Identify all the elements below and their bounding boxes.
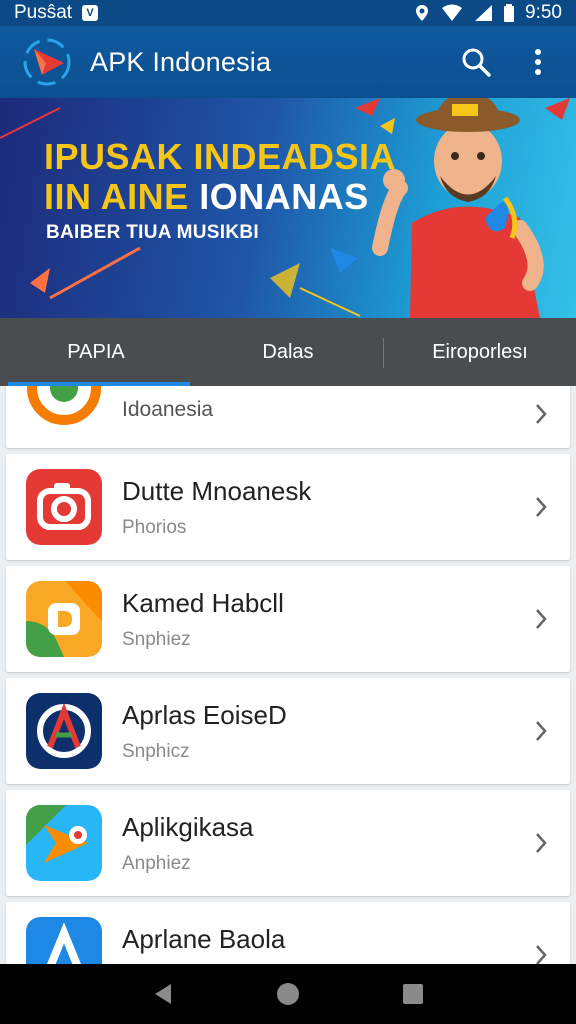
location-icon — [416, 5, 429, 21]
app-list: Idoanesia Dutte Mnoanesk Phorios Kamed H… — [0, 386, 576, 964]
recents-icon[interactable] — [401, 982, 425, 1006]
signal-icon — [475, 5, 493, 21]
app-name: Aplikgikasa — [122, 812, 254, 842]
tab-eiroporlesi[interactable]: Eiroporlesı — [384, 318, 576, 386]
app-texts: Kamed Habcll Snphiez — [122, 588, 284, 651]
app-name: Dutte Mnoanesk — [122, 476, 312, 506]
tab-label: PAPIA — [67, 340, 125, 363]
app-name: Aprlas EoiseD — [122, 700, 287, 730]
system-nav-bar — [0, 964, 576, 1024]
app-category: Idoanesia — [122, 398, 214, 421]
app-name: Aprlane Baola — [122, 924, 286, 954]
a-triangle-icon — [26, 693, 102, 769]
banner-subtitle: BAIBER TIUA MUSIKBI — [46, 222, 259, 243]
wifi-icon — [442, 4, 463, 21]
tab-divider — [383, 338, 384, 368]
screen: Pusŝat V 9:50 APK Indonesia IPUSAK INDEA… — [0, 0, 576, 1024]
app-texts: Aprlas EoiseD Snphicz — [122, 700, 287, 763]
app-texts: Idoanesia — [122, 398, 213, 422]
list-item[interactable]: Kamed Habcll Snphiez — [6, 566, 570, 672]
camera-icon — [26, 469, 102, 545]
app-bar: APK Indonesia — [0, 26, 576, 98]
back-icon[interactable] — [151, 982, 175, 1006]
search-icon — [462, 48, 491, 77]
status-right: 9:50 — [413, 2, 562, 24]
tab-bar: PAPIA Dalas Eiroporlesı — [0, 318, 576, 386]
chevron-right-icon — [536, 721, 547, 741]
app-name: Kamed Habcll — [122, 588, 284, 618]
a-logo-icon — [26, 917, 102, 964]
play-arrow-icon — [26, 805, 102, 881]
app-logo-icon — [23, 38, 71, 86]
more-vert-icon — [535, 49, 541, 75]
status-carrier: Pusŝat — [14, 2, 73, 23]
more-options-button[interactable] — [520, 44, 556, 80]
list-item[interactable]: Aprlane Baola — [6, 902, 570, 964]
banner-headline-2b: IONANAS — [199, 176, 369, 217]
chevron-right-icon — [536, 945, 547, 964]
banner-headline: IPUSAK INDEADSIA — [44, 136, 397, 177]
app-category: Anphiez — [122, 853, 191, 874]
tab-dalas[interactable]: Dalas — [192, 318, 384, 386]
list-item[interactable]: Dutte Mnoanesk Phorios — [6, 454, 570, 560]
chevron-right-icon — [536, 833, 547, 853]
chevron-right-icon — [536, 609, 547, 629]
app-category: Phorios — [122, 517, 187, 538]
app-texts: Dutte Mnoanesk Phorios — [122, 476, 311, 539]
banner-headline-2: IIN AINE IONANAS — [44, 176, 369, 218]
orange-circle-icon — [27, 386, 101, 425]
status-time: 9:50 — [525, 2, 562, 23]
tab-label: Eiroporlesı — [432, 340, 528, 363]
tab-papia[interactable]: PAPIA — [0, 318, 192, 386]
list-item[interactable]: Aprlas EoiseD Snphicz — [6, 678, 570, 784]
app-texts: Aplikgikasa Anphiez — [122, 812, 254, 875]
list-item[interactable]: Idoanesia — [6, 386, 570, 448]
chevron-right-icon — [536, 404, 547, 424]
status-bar: Pusŝat V 9:50 — [0, 0, 576, 26]
d-letter-icon — [26, 581, 102, 657]
app-title: APK Indonesia — [90, 46, 272, 77]
notification-icon: V — [82, 5, 99, 21]
promo-banner[interactable]: IPUSAK INDEADSIA IIN AINE IONANAS BAIBER… — [0, 98, 576, 318]
chevron-right-icon — [536, 497, 547, 517]
battery-icon — [504, 4, 515, 22]
tab-label: Dalas — [262, 340, 314, 363]
app-texts: Aprlane Baola — [122, 924, 285, 964]
app-actions — [458, 44, 556, 80]
list-item[interactable]: Aplikgikasa Anphiez — [6, 790, 570, 896]
status-left: Pusŝat V — [14, 2, 99, 24]
banner-headline-2a: IIN AINE — [44, 176, 189, 217]
home-icon[interactable] — [276, 982, 300, 1006]
app-category: Snphiez — [122, 629, 191, 650]
app-category: Snphicz — [122, 741, 190, 762]
search-button[interactable] — [458, 44, 494, 80]
